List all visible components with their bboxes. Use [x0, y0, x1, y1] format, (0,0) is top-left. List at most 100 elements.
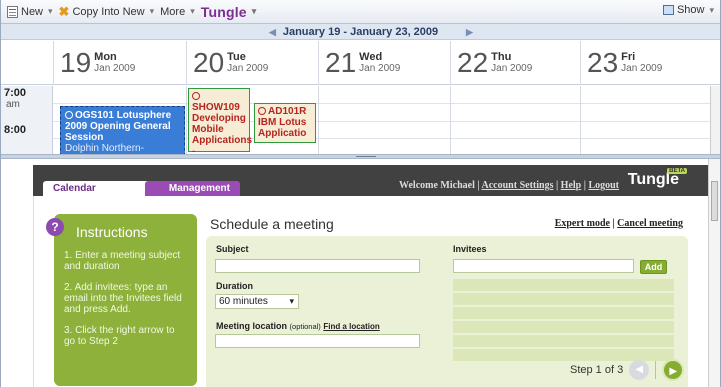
event-title: OGS101 Lotusphere 2009 Opening General S… — [65, 110, 172, 143]
day-column-tue[interactable] — [186, 86, 187, 154]
event-show109[interactable]: SHOW109 Developing Mobile Applications - — [188, 88, 253, 154]
help-link[interactable]: Help — [561, 180, 582, 191]
calendar-toolbar: New ▾ ✖ Copy Into New ▾ More ▾ Tungle ▾ … — [1, 0, 720, 24]
day-number: 23 — [587, 47, 619, 78]
hour-label-7: 7:00 am — [4, 87, 27, 110]
welcome-text: Welcome Michael — [399, 180, 475, 191]
day-weekday: Mon — [94, 51, 117, 63]
day-month-year: Jan 2009 — [94, 63, 136, 74]
instruction-step: 3. Click the right arrow to go to Step 2 — [64, 325, 175, 347]
duration-select[interactable]: 60 minutes — [215, 294, 299, 309]
tungle-brand-label: Tungle — [200, 3, 247, 20]
invitee-slot — [453, 335, 674, 347]
invitee-slot — [453, 321, 674, 333]
clock-icon — [258, 107, 266, 116]
day-number: 21 — [325, 47, 357, 78]
day-weekday: Thu — [491, 51, 512, 63]
invitee-slot — [453, 279, 674, 291]
duration-label: Duration — [216, 281, 253, 291]
next-week-arrow-icon[interactable]: ▶ — [466, 27, 473, 38]
new-document-icon — [7, 5, 18, 18]
tungle-toolbar-button[interactable]: Tungle ▾ — [201, 4, 259, 20]
optional-hint: (optional) — [289, 322, 321, 331]
day-number: 19 — [60, 47, 92, 78]
subject-field[interactable] — [215, 259, 420, 273]
find-location-link[interactable]: Find a location — [323, 322, 379, 331]
hour-column: 7:00 am 8:00 — [1, 86, 53, 154]
welcome-bar: Welcome Michael | Account Settings | Hel… — [399, 180, 619, 191]
hour-ampm: am — [6, 99, 20, 110]
more-button[interactable]: More ▾ — [160, 6, 197, 18]
tungle-header: Calendar Management Welcome Michael | Ac… — [33, 165, 709, 196]
event-ogs101[interactable]: OGS101 Lotusphere 2009 Opening General S… — [60, 106, 185, 154]
outlook-calendar-window: New ▾ ✖ Copy Into New ▾ More ▾ Tungle ▾ … — [0, 0, 721, 387]
tab-calendar[interactable]: Calendar — [43, 181, 153, 196]
tungle-body: ? Instructions 1. Enter a meeting subjec… — [33, 196, 709, 387]
day-column-fri[interactable] — [580, 86, 581, 154]
subject-label: Subject — [216, 244, 249, 254]
add-invitee-button[interactable]: Add — [640, 260, 667, 274]
day-number: 20 — [193, 47, 225, 78]
step-label: Step 1 of 3 — [570, 364, 624, 376]
next-step-button[interactable]: ▶ — [662, 359, 685, 381]
day-month-year: Jan 2009 — [621, 63, 663, 74]
schedule-title: Schedule a meeting — [210, 216, 334, 232]
new-button-label: New — [21, 5, 44, 18]
day-headers: 19 Mon Jan 2009 20 Tue Jan 2009 21 Wed Jan … — [1, 41, 720, 85]
time-grid: 7:00 am 8:00 OGS101 Lotusphere 2009 Openi… — [1, 86, 720, 154]
day-column-thu[interactable] — [450, 86, 451, 154]
help-question-icon: ? — [46, 218, 64, 236]
day-header-mon[interactable]: 19 Mon Jan 2009 — [53, 41, 186, 85]
event-title: SHOW109 Developing Mobile Applications - — [192, 102, 253, 154]
show-button[interactable]: Show ▾ — [662, 4, 716, 16]
previous-step-button[interactable]: ◀ — [629, 360, 650, 380]
copy-into-new-label: Copy Into New — [72, 5, 145, 18]
invitees-label: Invitees — [453, 244, 487, 254]
date-range-bar: ◀ January 19 - January 23, 2009 ▶ — [1, 24, 720, 40]
tab-management[interactable]: Management — [145, 181, 240, 196]
meeting-location-label: Meeting location (optional) Find a locat… — [216, 321, 380, 331]
recurring-icon — [65, 111, 73, 120]
cancel-meeting-link[interactable]: Cancel meeting — [617, 218, 683, 229]
show-dropdown-arrow-icon[interactable]: ▾ — [709, 5, 714, 16]
tungle-panel-scrollbar[interactable] — [708, 159, 720, 387]
copy-into-new-button[interactable]: ✖ Copy Into New ▾ — [59, 5, 157, 18]
copy-dropdown-arrow-icon[interactable]: ▾ — [150, 6, 155, 17]
show-panel-icon — [662, 5, 674, 15]
day-header-tue[interactable]: 20 Tue Jan 2009 — [186, 41, 318, 85]
instruction-step: 2. Add invitees: type an email into the … — [64, 282, 182, 315]
instruction-step: 1. Enter a meeting subject and duration — [64, 250, 181, 272]
day-header-thu[interactable]: 22 Thu Jan 2009 — [450, 41, 580, 85]
mode-links: Expert mode | Cancel meeting — [554, 218, 683, 229]
meeting-location-field[interactable] — [215, 334, 420, 348]
copy-icon: ✖ — [58, 4, 70, 19]
instructions-title: Instructions — [76, 224, 148, 240]
account-settings-link[interactable]: Account Settings — [482, 180, 554, 191]
day-weekday: Wed — [359, 51, 383, 63]
invitee-slot — [453, 307, 674, 319]
day-month-year: Jan 2009 — [359, 63, 401, 74]
expert-mode-link[interactable]: Expert mode — [555, 218, 610, 229]
day-weekday: Fri — [621, 51, 636, 63]
date-range-label: January 19 - January 23, 2009 — [282, 25, 439, 38]
previous-week-arrow-icon[interactable]: ◀ — [269, 27, 276, 38]
new-button[interactable]: New ▾ — [7, 5, 55, 18]
more-button-label: More — [160, 5, 186, 18]
more-dropdown-arrow-icon[interactable]: ▾ — [190, 6, 195, 17]
event-ad101r[interactable]: AD101R IBM Lotus Applicatio — [254, 103, 316, 143]
scrollbar-thumb[interactable] — [711, 181, 718, 221]
day-column-wed[interactable] — [318, 86, 319, 154]
hour-label-8: 8:00 — [4, 124, 27, 136]
invitees-field[interactable] — [453, 259, 634, 273]
calendar-scrollbar[interactable] — [710, 86, 720, 154]
show-button-label: Show — [676, 4, 705, 16]
day-header-wed[interactable]: 21 Wed Jan 2009 — [318, 41, 450, 85]
tungle-panel: Calendar Management Welcome Michael | Ac… — [1, 159, 709, 387]
half-hour-line — [53, 103, 720, 104]
tungle-dropdown-arrow-icon[interactable]: ▾ — [252, 6, 257, 17]
instructions-panel: ? Instructions 1. Enter a meeting subjec… — [46, 214, 197, 386]
day-header-fri[interactable]: 23 Fri Jan 2009 — [580, 41, 710, 85]
splitter-grip-icon — [356, 156, 376, 157]
new-dropdown-arrow-icon[interactable]: ▾ — [48, 6, 53, 17]
logout-link[interactable]: Logout — [588, 180, 619, 191]
